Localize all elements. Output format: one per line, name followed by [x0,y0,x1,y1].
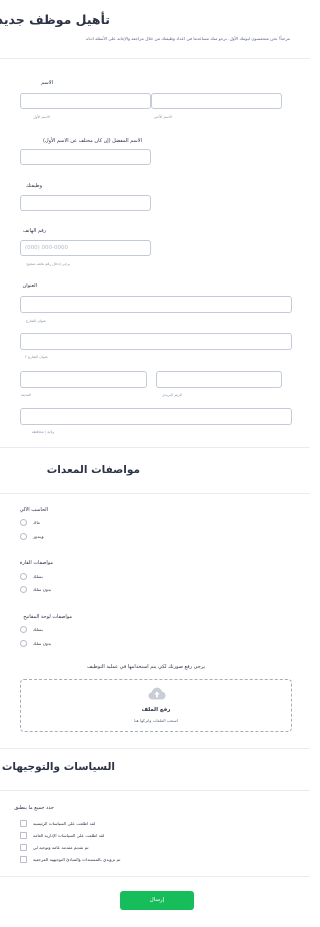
policy-checkbox-documents[interactable]: تم تزويدي بالمستندات والمبادئ التوجيهية … [20,856,120,863]
radio-button[interactable] [20,533,27,540]
phone-input[interactable]: (000) 000-0000 [20,240,151,256]
checkbox-label: تم تزويدي بالمستندات والمبادئ التوجيهية … [33,857,121,862]
policies-section-title: السياسات والتوجيهات [1,761,115,773]
city-input[interactable] [20,371,147,388]
policy-checkbox-main[interactable]: لقد اطلعت على السياسات الرئيسية [20,820,95,827]
header-divider [0,58,310,59]
city-sublabel: المدينة [20,393,31,397]
street2-sublabel: عنوان الشارع ٢ [24,355,48,359]
computer-option-windows[interactable]: ويندوز [20,533,44,540]
form-description: مرحباً! نحن متحمسون لبومك الأول. نرجو من… [86,36,290,41]
section-divider [0,748,310,749]
last-name-sublabel: الاسم الأخير [154,115,172,119]
checkbox[interactable] [20,832,27,839]
checkbox-label: لقد اطلعت على السياسات الرئيسية [33,821,96,826]
postal-code-sublabel: الرمز البريدي [162,393,182,397]
address-label: العنوان [22,283,37,289]
upload-title: رفع الملف [141,707,171,713]
keyboard-label: مواصفات لوحة المفاتيح [23,614,72,620]
keyboard-option-wired[interactable]: بسلك [20,626,43,633]
option-label: بسلك [33,574,43,579]
section-divider [0,790,310,791]
upload-subtitle: اسحب الملفات واتركها هنا [134,718,178,723]
checkbox[interactable] [20,856,27,863]
radio-button[interactable] [20,519,27,526]
phone-placeholder: (000) 000-0000 [25,245,69,251]
option-label: بسلك [33,627,43,632]
phone-hint: يرجى إدخال رقم هاتف صحيح [26,262,70,266]
last-name-input[interactable] [151,93,282,109]
cloud-upload-icon [148,687,166,700]
street2-input[interactable] [20,333,292,350]
keyboard-option-wireless[interactable]: بدون سلك [20,640,51,647]
radio-button[interactable] [20,586,27,593]
checkbox-label: لقد اطلعت على السياسات الإدارية العامة [33,833,105,838]
computer-option-mac[interactable]: ماك [20,519,40,526]
option-label: ماك [33,520,40,525]
checkbox[interactable] [20,820,27,827]
phone-label: رقم الهاتف [22,228,46,234]
file-upload-dropzone[interactable]: رفع الملف اسحب الملفات واتركها هنا [20,679,292,732]
option-label: ويندوز [33,534,44,539]
policies-label: حدد جميع ما ينطبق [14,805,54,811]
policy-checkbox-orientation[interactable]: تم تقديم مقدمة عامة وتوجيه لي [20,844,89,851]
footer-divider [0,876,310,877]
mouse-option-wired[interactable]: بسلك [20,573,43,580]
submit-button[interactable]: إرسال [120,891,194,910]
postal-code-input[interactable] [156,371,282,388]
name-label: الاسم [41,80,53,86]
job-input[interactable] [20,195,151,211]
mouse-option-wireless[interactable]: بدون سلك [20,586,51,593]
job-label: وظيفتك [25,183,42,189]
form-title: تأهيل موظف جديد [0,12,110,27]
preferred-name-input[interactable] [20,149,151,165]
mouse-label: مواصفات الفارة [19,560,53,566]
first-name-input[interactable] [20,93,151,109]
section-divider [0,493,310,494]
radio-button[interactable] [20,573,27,580]
checkbox-label: تم تقديم مقدمة عامة وتوجيه لي [33,845,89,850]
radio-button[interactable] [20,626,27,633]
policy-checkbox-admin[interactable]: لقد اطلعت على السياسات الإدارية العامة [20,832,104,839]
radio-button[interactable] [20,640,27,647]
first-name-sublabel: الاسم الأول [33,115,50,119]
street-input[interactable] [20,296,292,313]
option-label: بدون سلك [33,587,52,592]
checkbox[interactable] [20,844,27,851]
preferred-name-label: الاسم المفضل (إن كان مختلف عن الاسم الأو… [43,138,142,144]
computer-label: الحاسب الآلي [19,507,48,513]
section-divider [0,447,310,448]
equipment-section-title: مواصفات المعدات [46,464,140,476]
street-sublabel: عنوان الشارع [25,319,46,323]
state-input[interactable] [20,408,292,425]
state-sublabel: ولاية / محافظة [31,430,54,434]
upload-label: يرجى رفع صورتك لكي يتم استخدامها في عملي… [87,664,205,670]
option-label: بدون سلك [33,641,52,646]
